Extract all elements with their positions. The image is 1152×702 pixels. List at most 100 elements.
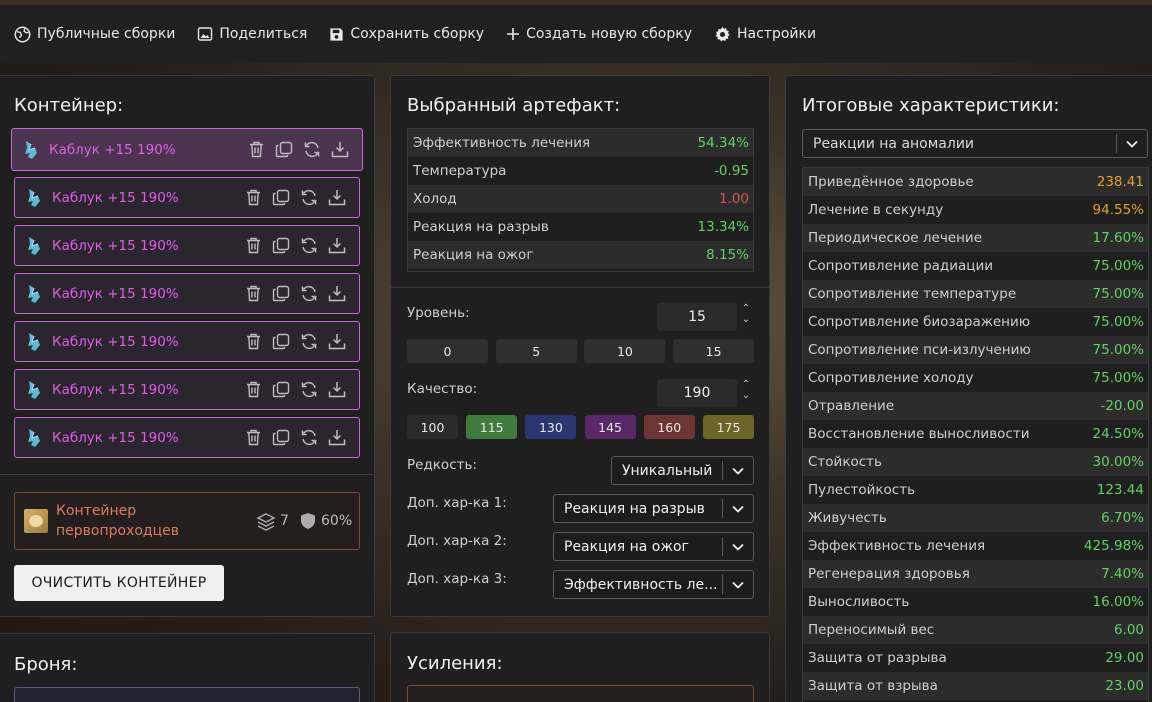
stat-row: Сопротивление температуре 75.00% xyxy=(803,280,1148,308)
artifact-icon xyxy=(28,236,40,255)
totals-filter-value: Реакции на аномалии xyxy=(813,135,975,152)
refresh-icon[interactable] xyxy=(295,189,323,206)
rarity-value: Уникальный xyxy=(622,462,713,479)
capacity-value: 7 xyxy=(280,513,289,529)
level-preset-button[interactable]: 5 xyxy=(495,339,577,363)
level-stepper[interactable]: ⌃ ⌄ xyxy=(740,303,752,325)
download-icon[interactable] xyxy=(323,333,351,350)
artifact-actions xyxy=(239,189,351,206)
stat-row: Живучесть 6.70% xyxy=(803,504,1148,532)
stat-value: 75.00% xyxy=(1092,370,1144,386)
stat-label: Эффективность лечения xyxy=(413,135,591,151)
stat-value: 75.00% xyxy=(1092,342,1144,358)
artifact-item[interactable]: Каблук +15 190% xyxy=(14,225,360,266)
rarity-select[interactable]: Уникальный xyxy=(611,456,754,485)
stat-value: 13.34% xyxy=(697,219,749,235)
armor-title: Броня: xyxy=(14,654,78,675)
save-build-button[interactable]: Сохранить сборку xyxy=(329,26,484,42)
public-builds-button[interactable]: Публичные сборки xyxy=(14,26,175,43)
quality-preset-button[interactable]: 130 xyxy=(525,415,577,439)
extra2-select[interactable]: Реакция на ожог xyxy=(553,532,754,561)
divider xyxy=(0,474,374,475)
trash-icon[interactable] xyxy=(239,189,267,206)
copy-icon[interactable] xyxy=(267,429,295,446)
trash-icon[interactable] xyxy=(239,285,267,302)
copy-icon[interactable] xyxy=(270,141,298,158)
level-input[interactable]: 15 xyxy=(657,303,737,331)
quality-input[interactable]: 190 xyxy=(657,379,737,407)
container-box-card[interactable]: Контейнер первопроходцев 7 60% xyxy=(14,492,360,550)
artifact-actions xyxy=(239,381,351,398)
artifact-item[interactable]: Каблук +15 190% xyxy=(14,273,360,314)
quality-preset-button[interactable]: 115 xyxy=(466,415,518,439)
download-icon[interactable] xyxy=(323,285,351,302)
refresh-icon[interactable] xyxy=(295,285,323,302)
selected-title: Выбранный артефакт: xyxy=(407,95,621,116)
artifact-item[interactable]: Каблук +15 190% xyxy=(14,321,360,362)
extra3-select[interactable]: Эффективность ле... xyxy=(553,570,754,599)
download-icon[interactable] xyxy=(323,429,351,446)
trash-icon[interactable] xyxy=(239,429,267,446)
refresh-icon[interactable] xyxy=(295,429,323,446)
level-preset-button[interactable]: 10 xyxy=(584,339,666,363)
chevron-down-icon xyxy=(732,543,744,551)
refresh-icon[interactable] xyxy=(295,237,323,254)
stat-value: 24.50% xyxy=(1092,426,1144,442)
settings-button[interactable]: Настройки xyxy=(714,26,816,43)
boost-item[interactable] xyxy=(407,685,754,702)
artifact-name: Каблук +15 190% xyxy=(52,285,179,302)
quality-preset-button[interactable]: 100 xyxy=(407,415,458,439)
stat-label: Пулестойкость xyxy=(808,482,916,498)
copy-icon[interactable] xyxy=(267,285,295,302)
totals-filter-select[interactable]: Реакции на аномалии xyxy=(802,129,1148,158)
stat-value: 6.00 xyxy=(1113,622,1144,638)
globe-icon xyxy=(14,26,31,42)
stat-row: Реакция на разрыв 13.34% xyxy=(408,213,753,241)
copy-icon[interactable] xyxy=(267,333,295,350)
refresh-icon[interactable] xyxy=(295,333,323,350)
stat-value: 123.44 xyxy=(1096,482,1144,498)
trash-icon[interactable] xyxy=(239,381,267,398)
clear-container-button[interactable]: ОЧИСТИТЬ КОНТЕЙНЕР xyxy=(14,565,224,601)
stat-label: Реакция на ожог xyxy=(413,247,534,263)
quality-preset-button[interactable]: 145 xyxy=(584,415,636,439)
level-preset-button[interactable]: 0 xyxy=(407,339,488,363)
extra1-select[interactable]: Реакция на разрыв xyxy=(553,494,754,523)
download-icon[interactable] xyxy=(323,237,351,254)
quality-stepper[interactable]: ⌃ ⌄ xyxy=(740,379,752,401)
stat-label: Восстановление выносливости xyxy=(808,426,1030,442)
extra1-label: Доп. хар-ка 1: xyxy=(407,495,507,511)
refresh-icon[interactable] xyxy=(298,141,326,158)
stat-label: Реакция на разрыв xyxy=(413,219,549,235)
trash-icon[interactable] xyxy=(242,141,270,158)
refresh-icon[interactable] xyxy=(295,381,323,398)
stat-row: Приведённое здоровье 238.41 xyxy=(803,168,1148,196)
armor-item[interactable] xyxy=(14,687,360,702)
extra3-label: Доп. хар-ка 3: xyxy=(407,571,507,587)
stat-label: Отравление xyxy=(808,398,895,414)
share-button[interactable]: Поделиться xyxy=(197,26,307,42)
copy-icon[interactable] xyxy=(267,189,295,206)
stat-value: 54.34% xyxy=(697,135,749,151)
artifact-item[interactable]: Каблук +15 190% xyxy=(11,128,363,171)
new-build-label: Создать новую сборку xyxy=(526,26,692,42)
top-toolbar: Публичные сборки Поделиться Сохранить сб… xyxy=(0,0,1152,63)
chevron-down-icon xyxy=(732,505,744,513)
copy-icon[interactable] xyxy=(267,381,295,398)
artifact-item[interactable]: Каблук +15 190% xyxy=(14,177,360,218)
download-icon[interactable] xyxy=(323,381,351,398)
stat-label: Сопротивление температуре xyxy=(808,286,1017,302)
new-build-button[interactable]: Создать новую сборку xyxy=(506,26,692,42)
trash-icon[interactable] xyxy=(239,333,267,350)
quality-preset-button[interactable]: 160 xyxy=(643,415,695,439)
trash-icon[interactable] xyxy=(239,237,267,254)
download-icon[interactable] xyxy=(326,141,354,158)
quality-preset-button[interactable]: 175 xyxy=(703,415,754,439)
artifact-item[interactable]: Каблук +15 190% xyxy=(14,417,360,458)
artifact-name: Каблук +15 190% xyxy=(52,381,179,398)
stat-row: Восстановление выносливости 24.50% xyxy=(803,420,1148,448)
level-preset-button[interactable]: 15 xyxy=(673,339,755,363)
copy-icon[interactable] xyxy=(267,237,295,254)
artifact-item[interactable]: Каблук +15 190% xyxy=(14,369,360,410)
download-icon[interactable] xyxy=(323,189,351,206)
